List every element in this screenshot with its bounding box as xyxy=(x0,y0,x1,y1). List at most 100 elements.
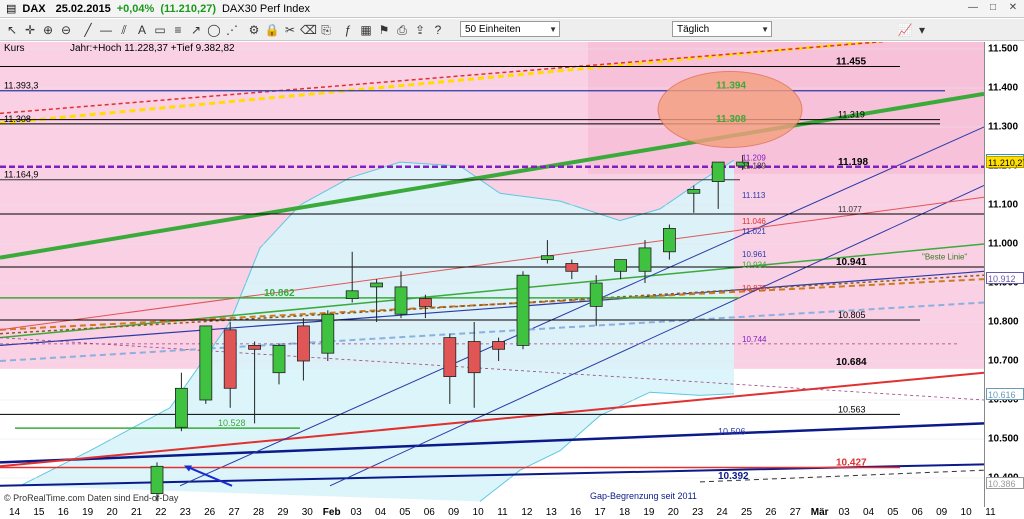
symbol-label[interactable]: DAX xyxy=(22,3,45,15)
chevron-down-icon[interactable]: ▾ xyxy=(914,22,930,38)
cursor-icon[interactable]: ↖ xyxy=(4,22,20,38)
price-chart[interactable]: 11.45511.39411.308 11.31911.19811.20911.1… xyxy=(0,42,984,507)
candle-body xyxy=(370,282,384,288)
indicator-icon[interactable]: ƒ xyxy=(340,22,356,38)
x-tick-label: 20 xyxy=(667,507,679,518)
window-controls: — □ ✕ xyxy=(966,2,1020,14)
level-label: 11.164,9 xyxy=(4,170,38,180)
y-tick-label: 11.300 xyxy=(988,121,1019,133)
year-range-summary: Jahr:+Hoch 11.228,37 +Tief 9.382,82 xyxy=(70,43,235,54)
level-label: 10.805 xyxy=(838,310,866,320)
date-label: 25.02.2015 xyxy=(55,2,111,15)
y-tick-label: 11.100 xyxy=(988,199,1019,211)
candle-body xyxy=(345,290,359,300)
x-tick-label: 13 xyxy=(545,507,557,518)
copyright-label: © ProRealTime.com Daten sind End-of-Day xyxy=(4,493,179,503)
x-tick-label: 16 xyxy=(57,507,69,518)
level-label: 10.961 xyxy=(742,250,767,259)
app-icon: ▤ xyxy=(6,3,17,15)
level-label: 10.684 xyxy=(836,357,867,368)
units-select[interactable]: 50 Einheiten ▼ xyxy=(460,21,560,37)
candle-body xyxy=(174,387,188,428)
x-tick-label: 11 xyxy=(985,507,996,518)
units-select-value: 50 Einheiten xyxy=(465,24,521,35)
level-label: 11.198 xyxy=(838,157,868,168)
x-tick-label: 27 xyxy=(789,507,801,518)
help-icon[interactable]: ? xyxy=(430,22,446,38)
crosshair-icon[interactable]: ✛ xyxy=(22,22,38,38)
copy-icon[interactable]: ⎘ xyxy=(318,22,334,38)
fibo-tool-icon[interactable]: ≡ xyxy=(170,22,186,38)
lock-icon[interactable]: 🔒 xyxy=(264,22,280,38)
candle-body xyxy=(711,161,725,182)
maximize-icon[interactable]: □ xyxy=(986,2,1000,14)
zoom-out-icon[interactable]: ⊖ xyxy=(58,22,74,38)
fan-tool-icon[interactable]: ⋰ xyxy=(224,22,240,38)
ellipse-tool-icon[interactable]: ◯ xyxy=(206,22,222,38)
level-label: 10.934 xyxy=(742,261,767,270)
candle-body xyxy=(687,188,701,194)
x-tick-label: 06 xyxy=(423,507,435,518)
candle-body xyxy=(223,329,237,389)
x-tick-label: 03 xyxy=(838,507,850,518)
x-tick-label: 09 xyxy=(448,507,460,518)
x-tick-label: 23 xyxy=(692,507,704,518)
print-icon[interactable]: ⎙ xyxy=(394,22,410,38)
eraser-icon[interactable]: ⌫ xyxy=(300,22,317,38)
x-tick-label: 21 xyxy=(130,507,143,518)
hline-tool-icon[interactable]: — xyxy=(98,22,114,38)
settings-icon[interactable]: ⚙ xyxy=(246,22,262,38)
annotation-label: "Beste Linie" xyxy=(922,253,967,262)
close-icon[interactable]: ✕ xyxy=(1006,2,1020,14)
candle-body xyxy=(296,325,310,362)
x-tick-label: 23 xyxy=(179,507,191,518)
zoom-icon[interactable]: ⊕ xyxy=(40,22,56,38)
level-label: 10.875 xyxy=(742,284,767,293)
level-label: 11.319 xyxy=(838,110,865,120)
scissors-icon[interactable]: ✂ xyxy=(282,22,298,38)
template-icon[interactable]: ▦ xyxy=(358,22,374,38)
y-tick-label: 11.000 xyxy=(988,238,1019,250)
price-axis[interactable]: 10.40010.50010.60010.70010.80010.90011.0… xyxy=(984,42,1024,507)
level-label: 10.506 xyxy=(718,427,746,437)
x-tick-label: 14 xyxy=(8,507,21,518)
level-label: 10.528 xyxy=(218,418,246,428)
price-label: (11.210,27) xyxy=(160,2,216,15)
x-tick-label: 12 xyxy=(521,507,533,518)
date-axis[interactable]: 14 15 16 19 20 21 22 23 26 27 28 29 30 Feb 03 04 05 06 09 1… xyxy=(0,507,996,519)
channel-tool-icon[interactable]: ⫽ xyxy=(116,22,132,38)
period-select[interactable]: Täglich ▼ xyxy=(672,21,772,37)
minimize-icon[interactable]: — xyxy=(966,2,980,14)
y-tick-label: 11.400 xyxy=(988,82,1019,94)
candle-body xyxy=(199,325,213,401)
candle-body xyxy=(272,344,286,374)
x-tick-label: 05 xyxy=(887,507,899,518)
candle-body xyxy=(150,465,164,494)
level-label: 11.021 xyxy=(742,227,766,236)
line-tool-icon[interactable]: ╱ xyxy=(80,22,96,38)
rect-tool-icon[interactable]: ▭ xyxy=(152,22,168,38)
x-tick-label: 05 xyxy=(399,507,411,518)
export-icon[interactable]: ⇪ xyxy=(412,22,428,38)
x-tick-label: 11 xyxy=(497,507,508,518)
chevron-down-icon: ▼ xyxy=(761,25,769,34)
alert-icon[interactable]: ⚑ xyxy=(376,22,392,38)
x-tick-label: 17 xyxy=(594,507,606,518)
candle-body xyxy=(565,263,579,272)
arrow-tool-icon[interactable]: ↗ xyxy=(188,22,204,38)
x-tick-label: Feb xyxy=(322,507,341,518)
level-label: 11.455 xyxy=(836,57,866,68)
price-box: 11.210,27 xyxy=(986,155,1024,168)
level-label: 11.308 xyxy=(716,114,746,125)
chart-type-icon[interactable]: 📈 xyxy=(896,22,914,38)
text-tool-icon[interactable]: A xyxy=(134,22,150,38)
change-label: +0,04% xyxy=(116,2,155,15)
kurs-label: Kurs xyxy=(4,43,25,54)
x-tick-label: 26 xyxy=(765,507,777,518)
candle-body xyxy=(516,274,530,346)
level-label: 10.862 xyxy=(264,288,295,299)
x-tick-label: 20 xyxy=(106,507,118,518)
candle-body xyxy=(467,341,481,374)
info-bar: Kurs Jahr:+Hoch 11.228,37 +Tief 9.382,82 xyxy=(0,42,1024,56)
candle-body xyxy=(492,341,506,350)
